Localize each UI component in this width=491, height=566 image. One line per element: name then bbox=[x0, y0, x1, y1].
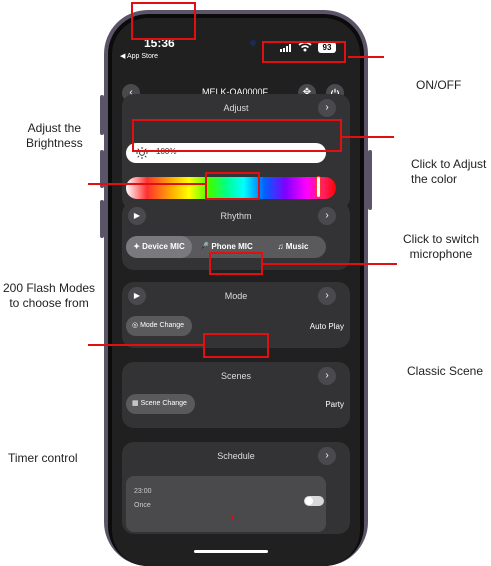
mode-change-button[interactable]: ◎ Mode Change bbox=[126, 316, 193, 336]
annotation-adjust-brightness: Adjust the Brightness bbox=[26, 121, 83, 150]
rhythm-title: Rhythm bbox=[220, 211, 252, 221]
annotation-flash-modes: 200 Flash Modes to choose from bbox=[3, 281, 96, 310]
camera-dot bbox=[250, 40, 256, 46]
scenes-card: Scenes › ▦ Scene Change Party bbox=[122, 362, 350, 428]
callout-line-on-off bbox=[348, 56, 384, 58]
scene-value: Party bbox=[325, 400, 344, 409]
schedule-title: Schedule bbox=[217, 451, 255, 461]
callout-line-brightness bbox=[342, 136, 394, 138]
chevron-right-icon: › bbox=[325, 370, 329, 381]
music-note-icon: ♫ bbox=[277, 242, 284, 251]
adjust-title: Adjust bbox=[223, 103, 249, 113]
scene-grid-icon: ▦ bbox=[132, 400, 139, 407]
highlight-box-color bbox=[205, 172, 260, 200]
page-indicator-dot bbox=[231, 516, 234, 519]
scene-change-button[interactable]: ▦ Scene Change bbox=[126, 394, 195, 414]
chevron-right-icon: › bbox=[325, 290, 329, 301]
callout-line-mic bbox=[263, 263, 397, 265]
mode-dial-icon: ◎ bbox=[132, 322, 139, 329]
highlight-box-mic bbox=[209, 252, 263, 275]
highlight-box-status-icons bbox=[262, 41, 346, 63]
toggle-knob bbox=[305, 497, 313, 505]
mode-more-button[interactable]: › bbox=[318, 287, 336, 305]
annotation-adjust-color: Click to Adjust the color bbox=[411, 157, 487, 186]
tab-device-mic-label: Device MIC bbox=[142, 242, 185, 251]
annotation-timer-control: Timer control bbox=[8, 451, 78, 465]
highlight-box-brightness bbox=[132, 119, 342, 152]
mode-change-label: Mode Change bbox=[140, 322, 185, 329]
highlight-box-mode bbox=[203, 333, 269, 358]
chevron-right-icon: › bbox=[325, 210, 329, 221]
back-to-app-store[interactable]: ◀ App Store bbox=[120, 52, 158, 60]
adjust-more-button[interactable]: › bbox=[318, 99, 336, 117]
chevron-right-icon: › bbox=[325, 102, 329, 113]
app-screen: 15:36 ◀ App Store 93 ‹ MELK-OA0000F ✥ Ad… bbox=[112, 18, 360, 566]
schedule-item[interactable]: 23:00 Once bbox=[126, 476, 326, 532]
tab-music[interactable]: ♫ Music bbox=[260, 236, 326, 258]
rhythm-more-button[interactable]: › bbox=[318, 207, 336, 225]
scenes-title: Scenes bbox=[220, 371, 252, 381]
highlight-box-time bbox=[131, 2, 196, 40]
callout-line-color bbox=[88, 183, 205, 185]
color-slider-thumb[interactable] bbox=[316, 176, 321, 198]
schedule-more-button[interactable]: › bbox=[318, 447, 336, 465]
chevron-right-icon: › bbox=[325, 450, 329, 461]
home-indicator bbox=[194, 550, 268, 553]
mode-title: Mode bbox=[224, 291, 248, 301]
annotation-switch-mic: Click to switch microphone bbox=[403, 232, 480, 261]
schedule-time: 23:00 bbox=[134, 488, 152, 495]
mode-value: Auto Play bbox=[309, 322, 344, 331]
tab-device-mic[interactable]: ✦ Device MIC bbox=[126, 236, 192, 258]
scenes-more-button[interactable]: › bbox=[318, 367, 336, 385]
annotation-on-off: ON/OFF bbox=[416, 78, 462, 92]
microphone-icon: 🎤 bbox=[199, 242, 210, 251]
annotation-classic-scene: Classic Scene bbox=[407, 364, 484, 378]
schedule-repeat: Once bbox=[134, 502, 151, 509]
mic-wave-icon: ✦ bbox=[133, 242, 140, 251]
callout-line-mode bbox=[88, 344, 203, 346]
scene-change-label: Scene Change bbox=[140, 400, 187, 407]
schedule-toggle[interactable] bbox=[304, 496, 324, 506]
tab-phone-mic-label: Phone MIC bbox=[211, 242, 253, 251]
tab-music-label: Music bbox=[285, 242, 309, 251]
power-button bbox=[368, 150, 372, 210]
